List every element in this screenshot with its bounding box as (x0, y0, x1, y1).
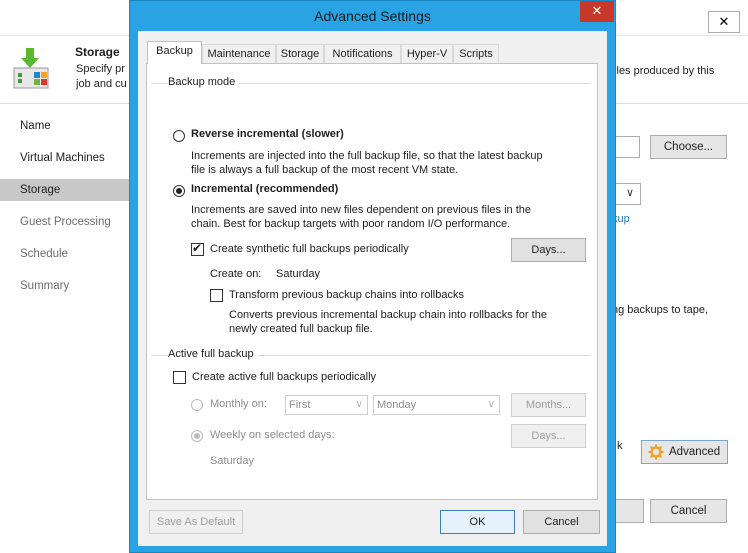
nav-item-storage[interactable]: Storage (0, 179, 130, 201)
chevron-down-icon: ∨ (626, 187, 635, 199)
dialog-close-button[interactable]: ✕ (580, 1, 614, 22)
tab-notifications[interactable]: Notifications (324, 44, 401, 63)
create-on-label: Create on: (210, 268, 262, 280)
tab-maintenance[interactable]: Maintenance (202, 44, 276, 63)
monthly-day-value: Monday (377, 399, 417, 411)
synthetic-full-checkbox[interactable] (191, 241, 204, 256)
tab-backup[interactable]: Backup (147, 41, 202, 64)
transform-rollbacks-desc-2: newly created full backup file. (229, 323, 373, 335)
weekly-label: Weekly on selected days: (210, 429, 335, 441)
nav-item-guest-processing[interactable]: Guest Processing (0, 211, 130, 233)
storage-step-icon (13, 48, 49, 89)
backup-tab-panel: Backup mode Reverse incremental (slower)… (146, 63, 598, 500)
tab-storage[interactable]: Storage (276, 44, 324, 63)
advanced-button[interactable]: Advanced (641, 440, 728, 464)
incremental-label[interactable]: Incremental (recommended) (191, 183, 338, 195)
partial-label: k (617, 440, 623, 452)
choose-button[interactable]: Choose... (650, 135, 727, 159)
transform-rollbacks-desc: Converts previous incremental backup cha… (229, 309, 547, 321)
weekly-radio[interactable] (191, 430, 203, 442)
create-on-value: Saturday (276, 268, 321, 280)
nav-item-summary[interactable]: Summary (0, 275, 130, 297)
reverse-incremental-radio[interactable] (173, 130, 185, 142)
incremental-desc-2: chain. Best for backup targets with poor… (191, 218, 511, 230)
wizard-step-description-right: files produced by this (611, 65, 715, 77)
active-full-checkbox[interactable] (173, 371, 186, 384)
advanced-settings-dialog: Advanced Settings ✕ Backup Maintenance S… (129, 0, 616, 553)
nav-item-name[interactable]: Name (0, 115, 130, 137)
wizard-close-button[interactable]: ✕ (708, 11, 740, 33)
tab-scripts[interactable]: Scripts (453, 44, 499, 63)
gear-icon (648, 444, 664, 460)
wizard-step-description: Specify pr (76, 63, 125, 75)
cancel-button[interactable]: Cancel (523, 510, 600, 534)
backup-mode-label: Backup mode (168, 76, 240, 88)
monthly-label: Monthly on: (210, 398, 267, 410)
wizard-step-title: Storage (75, 45, 120, 59)
synthetic-full-label[interactable]: Create synthetic full backups periodical… (210, 243, 409, 255)
reverse-incremental-desc-2: file is always a full backup of the most… (191, 164, 459, 176)
months-button[interactable]: Months... (511, 393, 586, 417)
chevron-down-icon: ∨ (487, 399, 495, 410)
transform-rollbacks-label[interactable]: Transform previous backup chains into ro… (229, 289, 464, 301)
tape-description: ng backups to tape, (612, 304, 709, 316)
transform-rollbacks-checkbox[interactable] (210, 289, 223, 302)
dialog-body: Backup Maintenance Storage Notifications… (138, 31, 607, 546)
dialog-title: Advanced Settings (314, 8, 431, 24)
monthly-week-select[interactable]: First ∨ (285, 395, 368, 415)
chevron-down-icon: ∨ (355, 399, 363, 410)
advanced-button-label: Advanced (669, 446, 721, 458)
active-full-label: Active full backup (168, 348, 258, 360)
ok-button[interactable]: OK (440, 510, 515, 534)
nav-item-schedule[interactable]: Schedule (0, 243, 130, 265)
monthly-radio[interactable] (191, 399, 203, 411)
wizard-next-button[interactable] (612, 499, 644, 523)
monthly-week-value: First (289, 399, 311, 411)
tab-hyper-v[interactable]: Hyper-V (401, 44, 453, 63)
nav-item-virtual-machines[interactable]: Virtual Machines (0, 147, 130, 169)
incremental-radio[interactable] (173, 185, 185, 197)
weekly-value: Saturday (210, 455, 255, 467)
reverse-incremental-desc: Increments are injected into the full ba… (191, 150, 543, 162)
repository-path-field[interactable] (612, 136, 640, 158)
wizard-cancel-button[interactable]: Cancel (650, 499, 727, 523)
incremental-desc: Increments are saved into new files depe… (191, 204, 531, 216)
monthly-day-select[interactable]: Monday ∨ (373, 395, 500, 415)
wizard-nav: Name Virtual Machines Storage Guest Proc… (0, 105, 130, 553)
weekly-days-button[interactable]: Days... (511, 424, 586, 448)
wizard-step-description-2: job and cu (76, 78, 127, 90)
save-as-default-button[interactable]: Save As Default (149, 510, 243, 534)
reverse-incremental-label[interactable]: Reverse incremental (slower) (191, 128, 344, 140)
synthetic-days-button[interactable]: Days... (511, 238, 586, 262)
active-full-create-label[interactable]: Create active full backups periodically (192, 371, 376, 383)
